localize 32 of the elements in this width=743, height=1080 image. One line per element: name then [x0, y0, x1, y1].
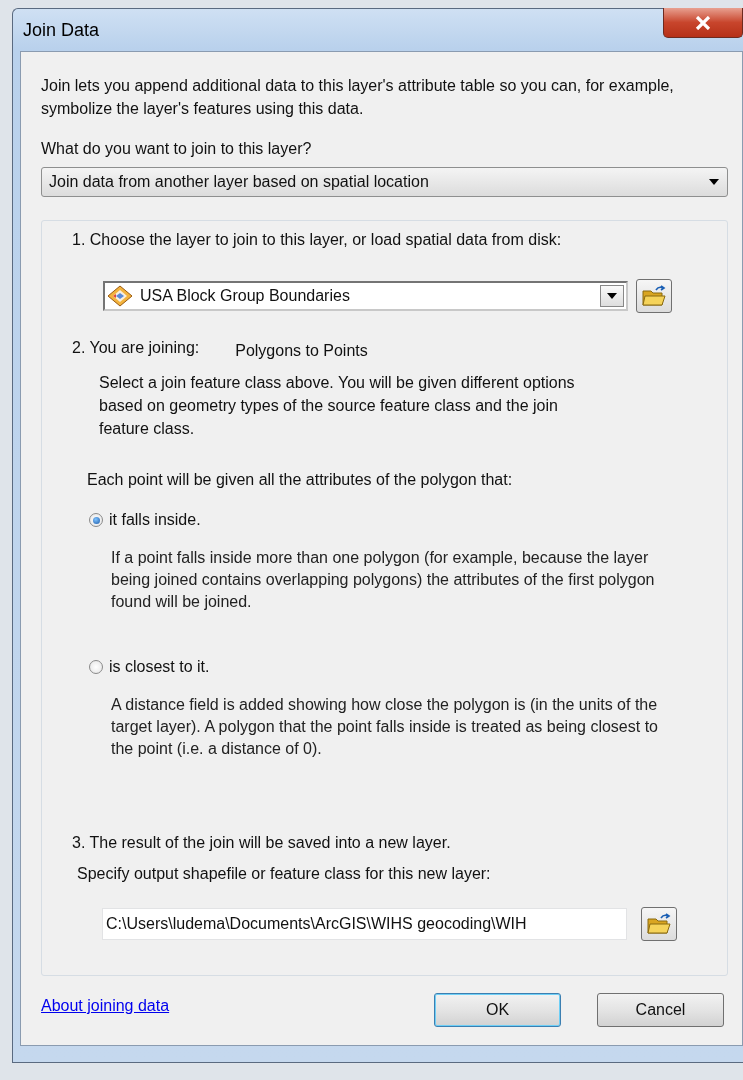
- radio-button[interactable]: [89, 513, 103, 527]
- layer-icon: [107, 285, 133, 307]
- window-title: Join Data: [23, 19, 100, 41]
- layer-dropdown[interactable]: USA Block Group Boundaries: [103, 281, 628, 311]
- browse-button[interactable]: [636, 279, 672, 313]
- close-icon: [695, 15, 711, 30]
- radio-button[interactable]: [89, 660, 103, 674]
- dialog-button[interactable]: Cancel: [597, 993, 724, 1027]
- options-prompt: Each point will be given all the attributes of the polygon that:: [87, 471, 514, 489]
- dropdown-arrow-icon: [709, 179, 719, 185]
- radio-label[interactable]: is closest to it.: [109, 658, 210, 676]
- join-summary: Polygons to Points: [235, 342, 368, 360]
- dropdown-button[interactable]: [600, 285, 624, 307]
- step-description: Select a join feature class above. You will be given different options based on geometry types of the source feature class and the join feature class.: [99, 373, 576, 439]
- step-label: 1. Choose the layer to join to this layer, or load spatial data from disk:: [72, 231, 563, 249]
- step-label: 2. You are joining:: [72, 339, 200, 358]
- option-description: If a point falls inside more than one polygon (for example, because the layer being joined contains overlapping polygons) the attributes of the first polygon found will be joined.: [111, 548, 656, 612]
- option-description: A distance field is added showing how close the polygon is (in the units of the target layer). A polygon that the point falls inside is treated as being closest to the point (i.e. a distance of 0).: [111, 695, 659, 759]
- open-folder-icon: [647, 913, 671, 935]
- dropdown-arrow-icon: [607, 293, 617, 299]
- radio-label[interactable]: it falls inside.: [109, 511, 201, 529]
- join-type-dropdown[interactable]: Join data from another layer based on spatial location: [41, 167, 728, 197]
- close-button[interactable]: [663, 8, 743, 38]
- step-label: 3. The result of the join will be saved into a new layer.: [72, 834, 452, 852]
- output-path-field[interactable]: C:\Users\ludema\Documents\ArcGIS\WIHS geocoding\WIH: [102, 908, 627, 940]
- browse-button[interactable]: [641, 907, 677, 941]
- open-folder-icon: [642, 285, 666, 307]
- output-prompt: Specify output shapefile or feature class for this new layer:: [77, 865, 492, 883]
- help-link[interactable]: About joining data: [41, 997, 170, 1015]
- intro-text: Join lets you append additional data to this layer's attribute table so you can, for example, symbolize the layer's features using this data.: [41, 76, 675, 119]
- dialog-button[interactable]: OK: [434, 993, 561, 1027]
- question-label: What do you want to join to this layer?: [41, 140, 313, 158]
